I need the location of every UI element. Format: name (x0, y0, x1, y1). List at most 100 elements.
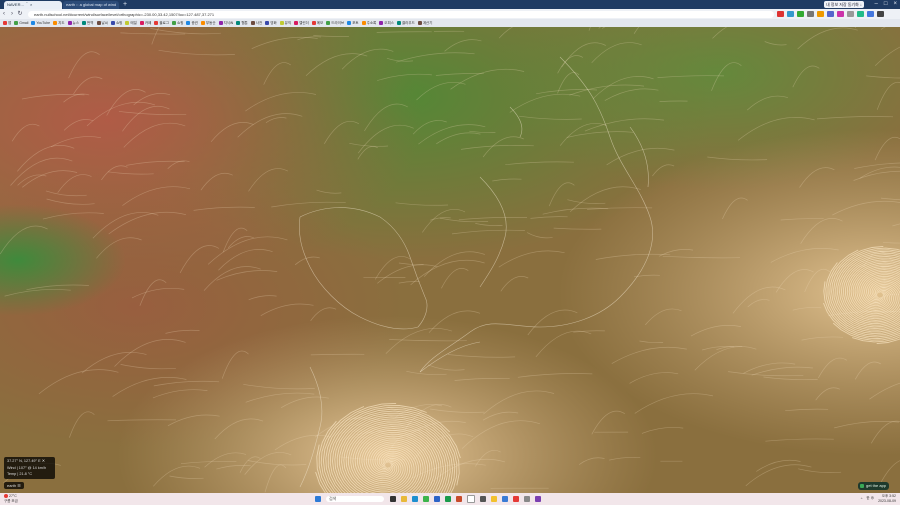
bookmark-icon (218, 21, 223, 25)
extension-icon[interactable] (817, 11, 824, 17)
wind-readout: Wind | 107° @ 14 km/h (7, 465, 47, 470)
powerpoint-icon[interactable] (455, 496, 462, 502)
browser-tab-bar: NAVER... ＾ × earth :: a global map of wi… (0, 0, 900, 9)
back-icon[interactable]: ‹ (0, 10, 8, 18)
bookmark-item[interactable]: 클라우드 (396, 21, 415, 26)
terminal-icon[interactable] (479, 496, 486, 502)
bookmark-icon (186, 21, 191, 25)
weather-widget[interactable]: 27°C 구름 조금 (4, 494, 18, 503)
bookmark-icon (82, 21, 87, 25)
extension-icon[interactable] (827, 11, 834, 17)
bookmark-item[interactable]: 웹툰 (236, 21, 248, 26)
app-icon (860, 484, 864, 488)
bookmark-item[interactable]: 사전 (250, 21, 262, 26)
bookmark-icon (67, 21, 72, 25)
bookmark-icon (96, 21, 101, 25)
bookmark-item[interactable]: 증권 (186, 21, 198, 26)
bookmark-item[interactable]: 블로그 (154, 21, 169, 26)
bookmark-icon (53, 21, 58, 25)
bookmark-icon (347, 21, 352, 25)
kakaotalk-icon[interactable] (490, 496, 497, 502)
profile-sync-button[interactable]: 내 정보 저장 동기화 ↓ (824, 1, 864, 8)
bookmark-item[interactable]: 뮤직 (279, 21, 291, 26)
bookmark-item[interactable]: 뉴스 (67, 21, 79, 26)
bookmark-icon (396, 21, 401, 25)
bookmark-item[interactable]: 메일 (125, 21, 137, 26)
system-tray: ^ 한 ⊕ 오후 3:52 2023-08-09 (861, 494, 896, 503)
app-icon[interactable] (534, 496, 541, 502)
bookmark-icon (139, 21, 144, 25)
minimize-icon[interactable]: – (875, 0, 878, 9)
notepad-icon[interactable] (466, 495, 475, 503)
location-readout[interactable]: 37.27° N, 127.49° E ✕ (7, 458, 52, 465)
temp-readout: Temp | 21.8 °C (7, 472, 33, 477)
bookmark-item[interactable]: 지식iN (218, 21, 233, 26)
app-icon[interactable] (501, 496, 508, 502)
window-controls: – □ × (875, 0, 897, 9)
wind-map[interactable] (0, 27, 900, 493)
bookmark-item[interactable]: 앱 (3, 21, 11, 26)
bookmark-item[interactable]: 포토 (347, 21, 359, 26)
bookmark-icon (250, 21, 255, 25)
bookmark-item[interactable]: 지도 (53, 21, 65, 26)
extension-icon[interactable] (787, 11, 794, 17)
taskbar-apps: 검색 (312, 495, 543, 503)
extension-icon[interactable] (847, 11, 854, 17)
bookmark-item[interactable]: 날씨 (96, 21, 108, 26)
excel-icon[interactable] (444, 496, 451, 502)
bookmark-item[interactable]: 영화 (265, 21, 277, 26)
reload-icon[interactable]: ↻ (16, 10, 24, 18)
bookmark-item[interactable]: 메모 (311, 21, 323, 26)
bookmark-icon (279, 21, 284, 25)
bookmark-item[interactable]: 주소록 (361, 21, 376, 26)
tab-naver[interactable]: NAVER... ＾ × (4, 1, 62, 9)
bookmark-icon (154, 21, 159, 25)
new-tab-button[interactable]: + (121, 1, 129, 9)
bookmark-item[interactable]: 쇼핑 (110, 21, 122, 26)
forward-icon[interactable]: › (8, 10, 16, 18)
tab-earth[interactable]: earth :: a global map of wind (63, 1, 119, 9)
start-icon[interactable] (314, 496, 321, 502)
extension-icon[interactable] (857, 11, 864, 17)
bookmark-item[interactable]: 오피스 (379, 21, 394, 26)
extension-icon[interactable] (777, 11, 784, 17)
bookmark-item[interactable]: Gmail (14, 21, 28, 25)
language-indicator[interactable]: 한 ⊕ (866, 496, 874, 501)
extension-icon[interactable] (837, 11, 844, 17)
chrome-icon[interactable] (422, 496, 429, 502)
bookmark-item[interactable]: 부동산 (200, 21, 216, 26)
bookmark-item[interactable]: 쇼핑 (171, 21, 183, 26)
word-icon[interactable] (433, 496, 440, 502)
bookmark-item[interactable]: 번역 (82, 21, 94, 26)
bookmark-item[interactable]: 카페 (139, 21, 151, 26)
location-info-panel: 37.27° N, 127.49° E ✕ Wind | 107° @ 14 k… (4, 457, 55, 479)
bookmark-item[interactable]: 드라이브 (326, 21, 344, 26)
app-icon[interactable] (512, 496, 519, 502)
app-icon[interactable] (523, 496, 530, 502)
get-app-button[interactable]: get the app (858, 482, 890, 490)
earth-menu-button[interactable]: earth ☰ (4, 482, 24, 489)
extension-icon[interactable] (807, 11, 814, 17)
bookmark-icon (311, 21, 316, 25)
bookmark-item[interactable]: 캘린더 (294, 21, 309, 26)
windows-taskbar: 27°C 구름 조금 검색 ^ 한 ⊕ 오후 3:52 2023-08-09 (0, 493, 900, 505)
bookmark-icon (31, 21, 36, 25)
menu-icon[interactable] (877, 11, 884, 17)
close-icon[interactable]: × (893, 0, 897, 9)
bookmark-item[interactable]: 계산기 (417, 21, 433, 26)
bookmark-item[interactable]: YouTube (31, 21, 50, 25)
task-view-icon[interactable] (389, 496, 396, 502)
taskbar-search[interactable]: 검색 (326, 496, 384, 502)
clock[interactable]: 오후 3:52 2023-08-09 (878, 494, 896, 503)
file-explorer-icon[interactable] (400, 496, 407, 502)
bookmark-icon (125, 21, 130, 25)
bookmark-icon (14, 21, 19, 25)
bookmark-icon (294, 21, 299, 25)
bookmark-icon (110, 21, 115, 25)
extension-icon[interactable] (867, 11, 874, 17)
edge-icon[interactable] (411, 496, 418, 502)
tray-chevron-icon[interactable]: ^ (861, 497, 863, 501)
address-bar[interactable]: earth.nullschool.net/#current/wind/surfa… (28, 10, 774, 18)
extension-icon[interactable] (797, 11, 804, 17)
maximize-icon[interactable]: □ (884, 0, 888, 9)
